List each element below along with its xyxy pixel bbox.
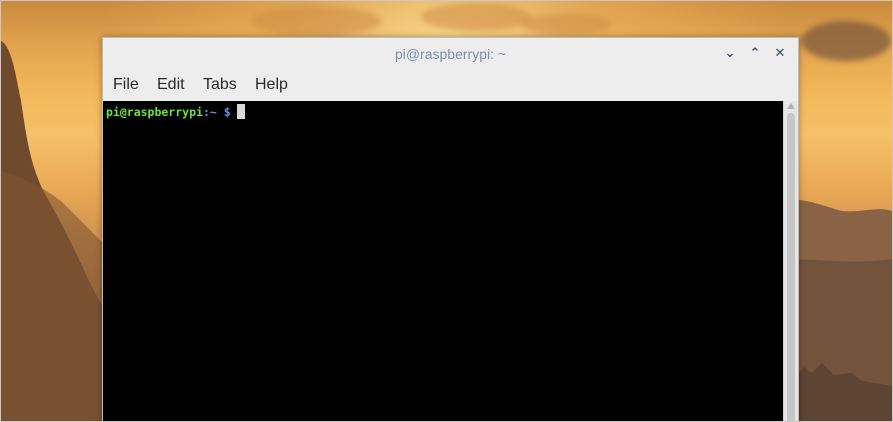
prompt-path: :~ [202, 105, 217, 119]
chevron-up-icon: ⌃ [749, 46, 761, 61]
maximize-button[interactable]: ⌃ [745, 44, 765, 64]
terminal-output[interactable]: pi@raspberrypi:~ $ [103, 101, 783, 421]
close-button[interactable]: ✕ [770, 44, 790, 64]
vertical-scrollbar[interactable] [783, 101, 798, 421]
shell-prompt: pi@raspberrypi:~ $ [106, 104, 245, 120]
terminal-window[interactable]: pi@raspberrypi: ~ ⌄ ⌃ ✕ File Edit Tabs H… [102, 37, 799, 421]
menu-file[interactable]: File [113, 74, 139, 96]
prompt-symbol: $ [223, 105, 231, 119]
cloud [251, 6, 381, 36]
desktop: pi@raspberrypi: ~ ⌄ ⌃ ✕ File Edit Tabs H… [0, 0, 893, 422]
prompt-user-host: pi@raspberrypi [106, 105, 203, 119]
scroll-up-arrow-icon[interactable] [787, 103, 795, 109]
title-bar[interactable]: pi@raspberrypi: ~ ⌄ ⌃ ✕ [103, 38, 798, 70]
menu-edit[interactable]: Edit [157, 74, 185, 96]
menu-bar: File Edit Tabs Help [103, 70, 798, 100]
chevron-down-icon: ⌄ [724, 46, 736, 61]
cloud [521, 13, 611, 35]
menu-help[interactable]: Help [255, 74, 288, 96]
scroll-thumb[interactable] [787, 113, 795, 421]
cloud [421, 3, 531, 31]
minimize-button[interactable]: ⌄ [720, 44, 740, 64]
menu-tabs[interactable]: Tabs [203, 74, 237, 96]
close-icon: ✕ [774, 46, 786, 61]
text-cursor [236, 104, 245, 119]
window-title: pi@raspberrypi: ~ [394, 46, 507, 62]
